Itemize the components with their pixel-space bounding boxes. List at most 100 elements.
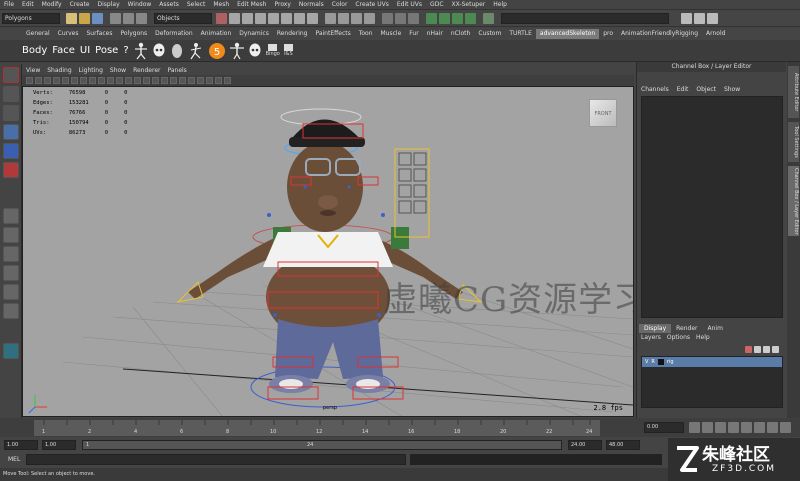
layout-four-icon[interactable]	[2, 227, 19, 243]
safe-title-icon[interactable]	[116, 77, 123, 84]
shelf-tab-general[interactable]: General	[22, 29, 54, 39]
render-icon[interactable]	[426, 12, 437, 24]
render-settings-icon[interactable]	[452, 12, 463, 24]
new-scene-icon[interactable]	[66, 12, 77, 24]
shelf-tab-custom[interactable]: Custom	[474, 29, 505, 39]
body-button[interactable]: Body	[22, 45, 47, 56]
shelf-tab-muscle[interactable]: Muscle	[377, 29, 406, 39]
history-icon[interactable]	[382, 12, 393, 24]
shelf-tab-rendering[interactable]: Rendering	[273, 29, 312, 39]
menu-create-uvs[interactable]: Create UVs	[355, 1, 388, 8]
bookmark-icon[interactable]	[44, 77, 51, 84]
menu-create[interactable]: Create	[70, 1, 90, 8]
current-frame-field[interactable]: 0.00	[644, 422, 684, 433]
t-pose-icon[interactable]	[229, 42, 244, 60]
command-language-label[interactable]: MEL	[8, 456, 20, 463]
mask-icon[interactable]	[268, 12, 279, 24]
mask-icon[interactable]	[294, 12, 305, 24]
shadows-icon[interactable]	[170, 77, 177, 84]
help-button[interactable]: ?	[123, 45, 128, 56]
menu-edit-mesh[interactable]: Edit Mesh	[237, 1, 266, 8]
smooth-shade-icon[interactable]	[134, 77, 141, 84]
face-button[interactable]: Face	[52, 45, 75, 56]
shelf-tab-pro[interactable]: pro	[599, 29, 617, 39]
hypershade-icon[interactable]	[465, 12, 476, 24]
play-forwards-icon[interactable]	[741, 422, 752, 433]
mask-icon[interactable]	[307, 12, 318, 24]
layout-icon[interactable]	[681, 12, 692, 24]
move-layer-up-icon[interactable]	[763, 346, 770, 353]
playback-start-field[interactable]: 1.00	[42, 439, 76, 450]
resolution-gate-icon[interactable]	[80, 77, 87, 84]
history-icon[interactable]	[395, 12, 406, 24]
step-forward-frame-icon[interactable]	[754, 422, 765, 433]
ipr-render-icon[interactable]	[439, 12, 450, 24]
layout-icon[interactable]	[707, 12, 718, 24]
layout-outliner-icon[interactable]	[2, 265, 19, 281]
bingo-shelf-item[interactable]: Bingo	[266, 44, 280, 57]
antialias-icon[interactable]	[188, 77, 195, 84]
layer-tab-render[interactable]: Render	[671, 324, 702, 333]
scale-tool-icon[interactable]	[2, 162, 19, 178]
mask-icon[interactable]	[281, 12, 292, 24]
xray-joints-icon[interactable]	[215, 77, 222, 84]
rotate-tool-icon[interactable]	[2, 143, 19, 159]
menu-file[interactable]: File	[4, 1, 14, 8]
isolate-icon[interactable]	[197, 77, 204, 84]
shelf-tab-polygons[interactable]: Polygons	[116, 29, 151, 39]
shelf-tab-nhair[interactable]: nHair	[423, 29, 447, 39]
play-backwards-icon[interactable]	[728, 422, 739, 433]
go-to-start-icon[interactable]	[689, 422, 700, 433]
custom-tool-icon[interactable]	[2, 343, 19, 359]
face-icon[interactable]	[170, 42, 184, 60]
mask-icon[interactable]	[255, 12, 266, 24]
ao-icon[interactable]	[179, 77, 186, 84]
range-bar[interactable]: 1 24	[82, 439, 562, 450]
shelf-tab-animation[interactable]: Animation	[197, 29, 236, 39]
side-tab-attribute-editor[interactable]: Attribute Editor	[788, 66, 799, 118]
step-forward-key-icon[interactable]	[767, 422, 778, 433]
field-chart-icon[interactable]	[98, 77, 105, 84]
walk-cycle-icon[interactable]	[188, 42, 204, 60]
shelf-tab-curves[interactable]: Curves	[54, 29, 83, 39]
mode-dropdown[interactable]: Polygons	[2, 12, 60, 24]
new-layer-icon[interactable]	[745, 346, 752, 353]
snap-surface-icon[interactable]	[364, 12, 375, 24]
grid-icon[interactable]	[62, 77, 69, 84]
channel-box-menu-show[interactable]: Show	[724, 86, 740, 93]
view-cube[interactable]: FRONT	[589, 99, 617, 127]
move-tool-icon[interactable]	[2, 124, 19, 140]
channel-box-menu-channels[interactable]: Channels	[641, 86, 669, 93]
menu-select[interactable]: Select	[187, 1, 206, 8]
default-material-icon[interactable]	[143, 77, 150, 84]
viewport-menu-view[interactable]: View	[26, 67, 40, 74]
mask-icon[interactable]	[229, 12, 240, 24]
shelf-tab-turtle[interactable]: TURTLE	[505, 29, 536, 39]
new-layer-selected-icon[interactable]	[754, 346, 761, 353]
save-scene-icon[interactable]	[92, 12, 103, 24]
shelf-tab-toon[interactable]: Toon	[355, 29, 377, 39]
menu-assets[interactable]: Assets	[159, 1, 179, 8]
wireframe-icon[interactable]	[125, 77, 132, 84]
menu-normals[interactable]: Normals	[299, 1, 324, 8]
layer-row[interactable]: V R rig	[642, 357, 782, 367]
menu-mesh[interactable]: Mesh	[213, 1, 229, 8]
viewport-menu-show[interactable]: Show	[110, 67, 126, 74]
layout-icon[interactable]	[694, 12, 705, 24]
menu-xx-setuper[interactable]: XX-Setuper	[452, 1, 486, 8]
shelf-tab-painteffects[interactable]: PaintEffects	[311, 29, 354, 39]
textured-icon[interactable]	[152, 77, 159, 84]
playback-end-field[interactable]: 24.00	[568, 439, 602, 450]
snap-grid-icon[interactable]	[325, 12, 336, 24]
shelf-tab-deformation[interactable]: Deformation	[151, 29, 196, 39]
layer-menu-layers[interactable]: Layers	[641, 334, 661, 341]
skeleton-figure-icon[interactable]	[134, 42, 148, 60]
shelf-tab-fur[interactable]: Fur	[405, 29, 422, 39]
selection-mask-dropdown[interactable]: Objects	[154, 12, 212, 24]
select-tool-icon[interactable]	[2, 67, 19, 83]
move-layer-down-icon[interactable]	[772, 346, 779, 353]
pose-button[interactable]: Pose	[95, 45, 118, 56]
layer-visibility-toggle[interactable]: V	[645, 359, 648, 365]
skull-icon[interactable]	[152, 42, 166, 60]
mask-icon[interactable]	[216, 12, 227, 24]
